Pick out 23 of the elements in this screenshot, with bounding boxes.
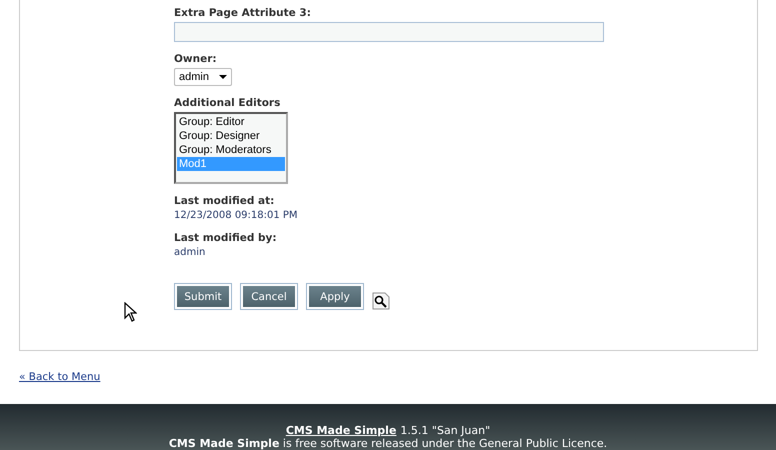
field-label: Additional Editors: [174, 97, 280, 109]
preview-magnifier-icon[interactable]: [372, 292, 390, 310]
field-value: 12/23/2008 09:18:01 PM: [174, 210, 298, 221]
field-label: Last modified by:: [174, 232, 277, 244]
editors-list[interactable]: Group: Editor Group: Designer Group: Moderators Mod1: [174, 112, 288, 184]
owner-dropdown[interactable]: admin: [174, 68, 232, 86]
form-button[interactable]: Submit: [174, 283, 232, 310]
input-field[interactable]: [174, 22, 604, 42]
list-option[interactable]: Group: Moderators: [177, 143, 285, 157]
version-text: 1.5.1 "San Juan": [400, 424, 490, 437]
mouse-cursor-icon: [124, 302, 137, 322]
field-value: admin: [174, 247, 206, 258]
cms-link[interactable]: CMS Made Simple: [286, 424, 396, 437]
form-button[interactable]: Apply: [306, 283, 364, 310]
back-link[interactable]: « Back to Menu: [19, 371, 100, 383]
caret-icon: [218, 75, 227, 79]
field-label: Owner:: [174, 53, 217, 65]
licence-text: CMS Made Simple is free software released under the General Public Licence.: [168, 437, 608, 450]
form-button[interactable]: Cancel: [240, 283, 298, 310]
list-option[interactable]: Group: Editor: [177, 115, 285, 129]
field-label: Extra Page Attribute 3:: [174, 7, 311, 19]
field-label: Last modified at:: [174, 195, 274, 207]
list-option[interactable]: Group: Designer: [177, 129, 285, 143]
